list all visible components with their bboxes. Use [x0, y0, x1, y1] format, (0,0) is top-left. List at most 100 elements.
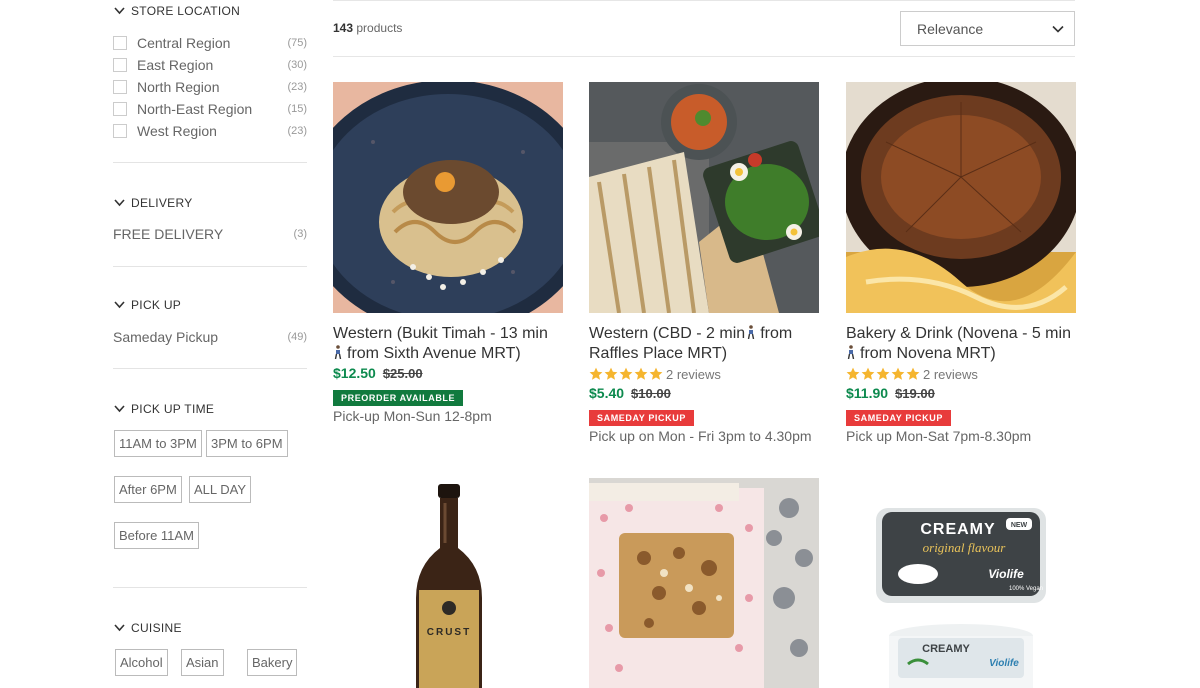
product-image[interactable]: [589, 82, 819, 313]
chip-alcohol[interactable]: Alcohol: [115, 649, 168, 676]
product-title-line1: Bakery & Drink (Novena - 5 min: [846, 325, 1071, 342]
product-prices: $11.90 $19.00: [846, 385, 1076, 407]
tub-text-maker: Violife: [989, 658, 1019, 669]
star-icon: [891, 367, 905, 380]
filter-cuisine-header[interactable]: CUISINE: [113, 618, 307, 638]
product-title-line2: from Sixth Avenue MRT): [347, 345, 521, 362]
product-prices: $5.40 $10.00: [589, 385, 819, 407]
walking-person-icon: [334, 345, 342, 359]
checkbox[interactable]: [113, 36, 127, 50]
checkbox[interactable]: [113, 80, 127, 94]
filter-option-west-region[interactable]: West Region (23): [113, 120, 307, 142]
chevron-down-icon: [114, 7, 125, 15]
product-title-tail: from: [760, 325, 793, 342]
bottle-label-text: CRUST: [427, 627, 471, 638]
product-pickup-note: Pick up on Mon - Fri 3pm to 4.30pm: [589, 428, 812, 444]
filter-title: DELIVERY: [131, 196, 193, 210]
toolbar-divider: [333, 56, 1075, 57]
star-icon: [619, 367, 633, 380]
star-icon: [846, 367, 860, 380]
package-text-brand: CREAMY: [920, 521, 995, 538]
filter-delivery-header[interactable]: DELIVERY: [113, 193, 307, 213]
filter-pick-up-time-header[interactable]: PICK UP TIME: [113, 399, 307, 419]
walking-person-icon: [847, 345, 855, 359]
filter-divider: [113, 162, 307, 163]
product-price: $11.90: [846, 385, 889, 401]
product-image[interactable]: [589, 478, 819, 688]
filter-option-count: (15): [287, 103, 307, 115]
product-review-count[interactable]: 2 reviews: [923, 367, 978, 382]
product-image[interactable]: [333, 82, 563, 313]
product-pickup-note: Pick up Mon-Sat 7pm-8.30pm: [846, 428, 1032, 444]
filter-pick-up-time: PICK UP TIME 11AM to 3PM 3PM to 6PM Afte…: [113, 399, 307, 559]
filter-title: CUISINE: [131, 621, 182, 635]
top-divider: [333, 0, 1075, 1]
product-title[interactable]: Western (CBD - 2 min from Raffles Place M…: [589, 324, 819, 364]
sameday-pickup-badge: SAMEDAY PICKUP: [846, 410, 951, 426]
product-image[interactable]: CRUST: [333, 478, 563, 688]
star-icon: [604, 367, 618, 380]
filter-option-count: (23): [287, 81, 307, 93]
chevron-down-icon: [114, 624, 125, 632]
filter-title: PICK UP TIME: [131, 402, 215, 416]
package-text-new: NEW: [1011, 522, 1028, 529]
product-card: [589, 478, 819, 688]
checkbox[interactable]: [113, 58, 127, 72]
filter-divider: [113, 368, 307, 369]
product-image[interactable]: CREAMY original flavour NEW Violife 100%…: [846, 478, 1076, 688]
filter-option-north-east-region[interactable]: North-East Region (15): [113, 98, 307, 120]
package-text-flavour: original flavour: [923, 540, 1007, 555]
product-card: Western (Bukit Timah - 13 min from Sixth…: [333, 82, 563, 424]
filter-option-label: North Region: [137, 79, 220, 95]
product-image[interactable]: [846, 82, 1076, 313]
walking-person-icon: [748, 325, 755, 339]
star-icon: [649, 367, 663, 380]
chip-bakery[interactable]: Bakery: [247, 649, 298, 676]
star-icon: [876, 367, 890, 380]
filter-option-central-region[interactable]: Central Region (75): [113, 32, 307, 54]
product-old-price: $25.00: [382, 366, 423, 381]
product-price: $5.40: [589, 385, 625, 401]
filter-option-east-region[interactable]: East Region (30): [113, 54, 307, 76]
chip-3pm-to-6pm[interactable]: 3PM to 6PM: [206, 430, 288, 457]
package-text-maker: Violife: [988, 567, 1024, 581]
chip-11am-to-3pm[interactable]: 11AM to 3PM: [114, 430, 202, 457]
filter-option-free-delivery[interactable]: FREE DELIVERY (3): [113, 223, 307, 245]
filter-option-label: Central Region: [137, 35, 231, 51]
product-review-count[interactable]: 2 reviews: [666, 367, 721, 382]
product-rating: 2 reviews: [589, 364, 819, 384]
chip-after-6pm[interactable]: After 6PM: [114, 476, 182, 503]
filter-cuisine: CUISINE Alcohol Asian Bakery: [113, 618, 307, 678]
chip-all-day[interactable]: ALL DAY: [189, 476, 252, 503]
filter-option-north-region[interactable]: North Region (23): [113, 76, 307, 98]
product-card: Western (CBD - 2 min from Raffles Place M…: [589, 82, 819, 444]
filter-option-label: North-East Region: [137, 101, 253, 117]
product-card: Bakery & Drink (Novena - 5 min from Nove…: [846, 82, 1076, 444]
chip-asian[interactable]: Asian: [181, 649, 224, 676]
product-title-line2: from Novena MRT): [860, 345, 996, 362]
filter-pick-up-header[interactable]: PICK UP: [113, 295, 307, 315]
star-icon: [589, 367, 603, 380]
sort-select[interactable]: Relevance: [900, 11, 1075, 46]
package-text-vegan: 100% Vegan: [1009, 586, 1043, 592]
filter-option-count: (3): [293, 228, 307, 240]
product-count: 143 products: [333, 21, 402, 35]
product-title[interactable]: Bakery & Drink (Novena - 5 min from Nove…: [846, 324, 1076, 364]
filter-option-sameday-pickup[interactable]: Sameday Pickup (49): [113, 326, 307, 348]
chevron-down-icon: [1052, 25, 1064, 33]
filter-store-location-header[interactable]: STORE LOCATION: [113, 1, 307, 21]
filter-option-label: Sameday Pickup: [113, 329, 219, 345]
filter-option-label: FREE DELIVERY: [113, 226, 224, 242]
product-pickup-note: Pick-up Mon-Sun 12-8pm: [333, 408, 492, 424]
star-icon: [861, 367, 875, 380]
checkbox[interactable]: [113, 102, 127, 116]
product-old-price: $19.00: [895, 386, 935, 401]
star-icon: [906, 367, 920, 380]
product-old-price: $10.00: [631, 386, 671, 401]
checkbox[interactable]: [113, 124, 127, 138]
chip-before-11am[interactable]: Before 11AM: [114, 522, 199, 549]
filter-option-label: East Region: [137, 57, 214, 73]
product-title[interactable]: Western (Bukit Timah - 13 min from Sixth…: [333, 324, 563, 364]
product-card: CRUST: [333, 478, 563, 688]
preorder-badge: PREORDER AVAILABLE: [333, 390, 464, 406]
